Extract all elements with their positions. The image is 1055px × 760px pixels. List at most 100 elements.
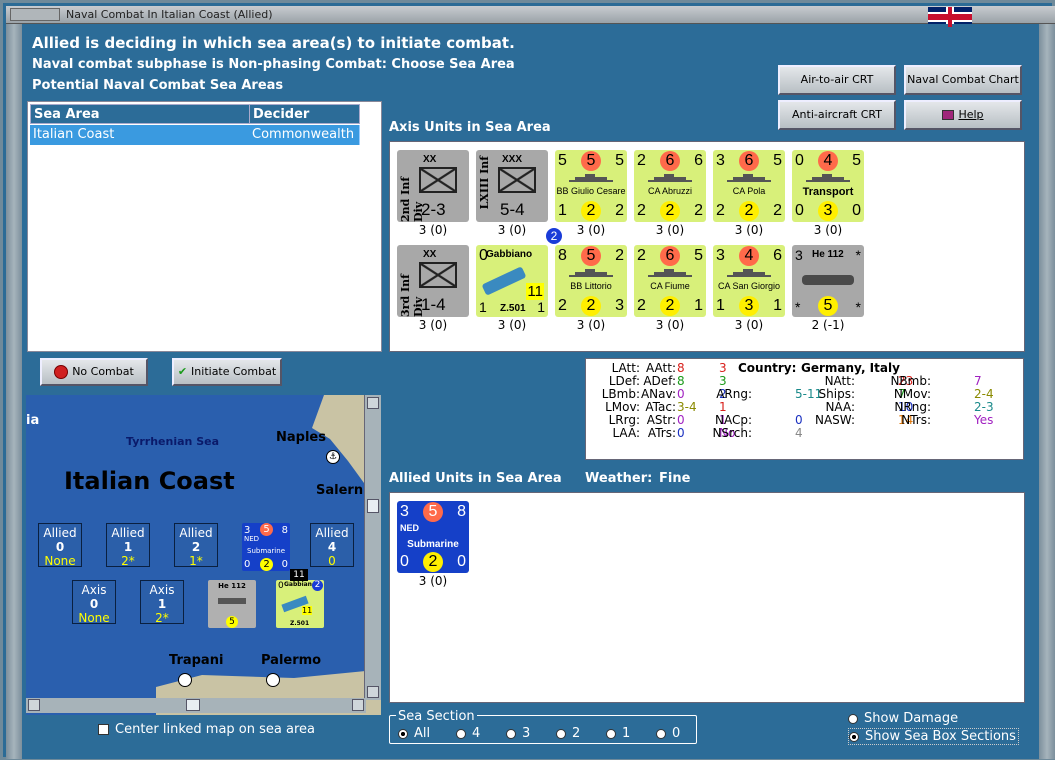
unit-subtitle: 3 (0) [813, 223, 843, 237]
axis-unit-counter[interactable]: 5 5 5 BB Giulio Cesare 1 2 2 [555, 150, 627, 222]
axis-unit-counter[interactable]: 2 6 5 CA Fiume 2 2 1 [634, 245, 706, 317]
sea-section-option-0[interactable]: 0 [656, 726, 706, 741]
stat-value: 1 [719, 400, 727, 414]
weather-label: Weather: [585, 471, 653, 486]
stat-tc: 6 [660, 151, 680, 171]
sea-section-radio[interactable] [606, 728, 616, 739]
scroll-down-arrow-icon[interactable] [367, 686, 379, 698]
sea-area-map[interactable]: ia Tyrrhenian Sea Naples Salern Italian … [26, 395, 381, 715]
stat-tl: 0 [278, 581, 284, 591]
show-sea-box-option[interactable]: Show Sea Box Sections [848, 728, 1019, 745]
stat-bl: 0 [400, 553, 409, 570]
port-icon-trapani [178, 673, 192, 687]
sea-section-radio[interactable] [506, 728, 516, 739]
sea-section-option-3[interactable]: 3 [506, 726, 556, 741]
sea-area-table: Sea Area Decider Italian Coast Commonwea… [27, 101, 382, 352]
sea-section-radio[interactable] [656, 728, 666, 739]
mini-plane-counter[interactable]: He 112 5 [208, 580, 256, 628]
potential-areas-heading: Potential Naval Combat Sea Areas [32, 78, 284, 93]
hscroll-thumb[interactable] [186, 699, 200, 711]
stat-label: NTrs: [901, 413, 931, 427]
sea-section-radio[interactable] [398, 728, 408, 739]
scroll-left-arrow-icon[interactable] [28, 699, 40, 711]
sea-section-option-2[interactable]: 2 [556, 726, 606, 741]
stat-tc: 5 [581, 246, 601, 266]
scroll-thumb[interactable] [367, 499, 379, 513]
unit-size: XX [423, 154, 437, 165]
right-border [1039, 24, 1055, 759]
axis-unit-counter[interactable]: 3 4 6 CA San Giorgio 1 3 1 [713, 245, 785, 317]
no-combat-button[interactable]: No Combat [40, 358, 148, 386]
help-button[interactable]: Help [904, 100, 1022, 130]
stat-br: 2 [773, 202, 782, 219]
axis-unit-counter[interactable]: 3 6 5 CA Pola 2 2 2 [713, 150, 785, 222]
anti-aircraft-crt-button[interactable]: Anti-aircraft CRT [778, 100, 896, 130]
box-number: 0 [55, 540, 65, 554]
show-damage-radio[interactable] [848, 713, 858, 724]
map-horizontal-scrollbar[interactable] [26, 698, 366, 713]
naval-combat-chart-button[interactable]: Naval Combat Chart [904, 65, 1022, 95]
axis-unit-counter[interactable]: LXIII Inf XXX 5-4 [476, 150, 548, 222]
sea-section-option-All[interactable]: All [398, 726, 456, 741]
stat-value: 2-4 [974, 387, 994, 401]
warship-icon [806, 174, 850, 182]
stat-tr: 6 [773, 247, 782, 264]
map-vertical-scrollbar[interactable] [364, 395, 381, 700]
axis-unit-counter[interactable]: 3 He 112 * * 5 * [792, 245, 864, 317]
sea-section-option-1[interactable]: 1 [606, 726, 656, 741]
window-controls[interactable] [10, 8, 60, 21]
allied-box-4[interactable]: Allied 4 0 [310, 523, 354, 568]
axis-box-1[interactable]: Axis 1 2* [140, 580, 184, 625]
checkbox-box[interactable] [98, 724, 109, 735]
sea-section-radio[interactable] [456, 728, 466, 739]
axis-unit-counter[interactable]: 0 Gabbiano 2 11 1 Z.501 1 [476, 228, 562, 317]
stat-bc: 11 [526, 283, 544, 300]
sea-section-label: 1 [622, 726, 631, 741]
unit-strength: 1-4 [421, 295, 446, 314]
left-border [6, 24, 22, 759]
stat-tc: 5 [423, 502, 443, 522]
stat-bl: 1 [716, 297, 725, 314]
allied-submarine-counter[interactable]: 3 5 8 NED Submarine 0 2 0 [397, 501, 469, 573]
unit-subtitle: 3 (0) [576, 318, 606, 332]
sea-section-radio[interactable] [556, 728, 566, 739]
allied-box-1[interactable]: Allied 1 2* [106, 523, 150, 568]
allied-box-0[interactable]: Allied 0 None [38, 523, 82, 568]
scroll-up-arrow-icon[interactable] [367, 397, 379, 409]
air-to-air-crt-button[interactable]: Air-to-air CRT [778, 65, 896, 95]
axis-box-0[interactable]: Axis 0 None [72, 580, 116, 625]
unit-size: XXX [502, 154, 523, 165]
box-number: 4 [327, 540, 337, 554]
stat-label: NACp: [714, 413, 752, 427]
axis-unit-counter[interactable]: 3rd Inf Div XX 1-4 [397, 245, 469, 317]
stat-bl: * [795, 299, 801, 315]
scroll-right-arrow-icon[interactable] [352, 699, 364, 711]
initiate-combat-button[interactable]: ✔ Initiate Combat [172, 358, 282, 386]
port-icon-palermo [266, 673, 280, 687]
center-linked-checkbox[interactable]: Center linked map on sea area [98, 722, 315, 737]
axis-unit-counter[interactable]: 2 6 6 CA Abruzzi 2 2 2 [634, 150, 706, 222]
cell-sea-area: Italian Coast [30, 125, 250, 145]
unit-name: Gabbiano [486, 249, 533, 260]
stat-bc: 3 [739, 296, 759, 316]
sea-section-option-4[interactable]: 4 [456, 726, 506, 741]
axis-unit-counter[interactable]: 0 4 5 Transport 0 3 0 [792, 150, 864, 222]
show-damage-option[interactable]: Show Damage [848, 711, 958, 726]
box-number: 2 [191, 540, 201, 554]
mini-air-counter[interactable]: 0 Gabbiano 2 11 Z.501 [276, 580, 324, 628]
stat-bl: 2 [637, 202, 646, 219]
plane-icon [218, 598, 246, 604]
unit-name: BB Giulio Cesare [556, 186, 626, 196]
cell-decider: Commonwealth [249, 125, 360, 145]
allied-units-title: Allied Units in Sea Area [389, 471, 562, 486]
stat-bc: 11 [302, 606, 313, 615]
axis-unit-counter[interactable]: 2nd Inf Div XX 2-3 [397, 150, 469, 222]
axis-unit-counter[interactable]: 8 5 2 BB Littorio 2 2 3 [555, 245, 627, 317]
mini-submarine-counter[interactable]: 3 5 8 NED Submarine 0 2 0 [242, 523, 290, 571]
stat-bc: 2 [581, 201, 601, 221]
sea-section-label: All [414, 726, 431, 741]
allied-box-2[interactable]: Allied 2 1* [174, 523, 218, 568]
show-sea-box-radio[interactable] [849, 731, 859, 742]
warship-icon [727, 269, 771, 277]
box-value: 2* [121, 554, 135, 568]
